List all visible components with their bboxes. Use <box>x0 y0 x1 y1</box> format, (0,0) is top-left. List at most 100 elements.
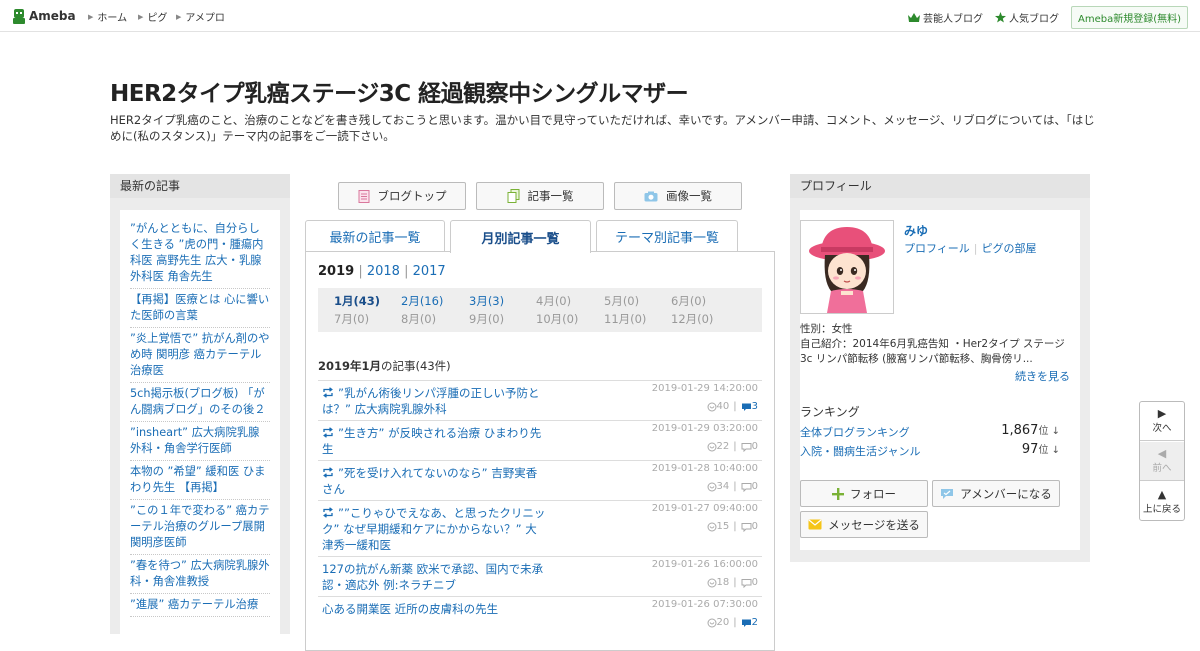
ranking-overall-number: 1,867 <box>1001 423 1039 438</box>
comment-count[interactable]: 2 <box>752 617 758 628</box>
article-title-link[interactable]: ”乳がん術後リンパ浮腫の正しい予防とは？” 広大病院乳腺外科 <box>322 385 548 417</box>
global-header: Ameba ▶ ホーム ▶ ピグ ▶ アメプロ 芸能人ブログ 人気ブログ Ameba新… <box>0 0 1200 32</box>
crown-icon <box>907 12 920 22</box>
logo-text: Ameba <box>29 9 76 23</box>
like-count: 18 <box>716 577 730 588</box>
article-title: ””こりゃひでえなあ、と思ったクリニック” なぜ早期緩和ケアにかからない？” 大… <box>322 506 546 552</box>
recent-article-link[interactable]: 【再掲】医療とは 心に響いた医師の言葉 <box>130 289 270 328</box>
ranking-row-overall: 全体ブログランキング 1,867位 ↓ <box>800 422 1060 440</box>
article-title-link[interactable]: ”死を受け入れてないのなら” 吉野実香さん <box>322 465 548 497</box>
blog-title[interactable]: HER2タイプ乳癌ステージ3C 経過観察中シングルマザー <box>110 74 689 108</box>
article-counts: 20 | 2 <box>707 617 758 628</box>
envelope-icon <box>808 519 822 530</box>
article-date: 2019-01-27 09:40:00 <box>651 503 758 514</box>
image-list-button[interactable]: 画像一覧 <box>614 182 742 210</box>
year-2019[interactable]: 2019 <box>318 264 354 279</box>
month-selector: 1月(43) 2月(16) 3月(3) 4月(0) 5月(0) 6月(0) 7月… <box>318 288 762 332</box>
month-may: 5月(0) <box>604 294 640 308</box>
like-icon <box>707 618 717 627</box>
profile-name[interactable]: みゆ <box>904 222 928 239</box>
nav-amepro-label: アメプロ <box>185 13 225 24</box>
article-list-label: 記事一覧 <box>527 189 574 203</box>
article-title-link[interactable]: ”生き方” が反映される治療 ひまわり先生 <box>322 425 548 457</box>
article-title-link[interactable]: ””こりゃひでえなあ、と思ったクリニック” なぜ早期緩和ケアにかからない？” 大… <box>322 505 548 553</box>
back-to-top-button[interactable]: ▲ 上に戻る <box>1140 482 1184 521</box>
comment-count[interactable]: 3 <box>752 401 758 412</box>
like-icon <box>707 522 717 531</box>
article-entry: ”生き方” が反映される治療 ひまわり先生 2019-01-29 03:20:0… <box>318 420 762 460</box>
comment-count: 0 <box>751 577 758 588</box>
ranking-genre-unit: 位 ↓ <box>1038 445 1060 456</box>
month-oct: 10月(0) <box>536 312 579 326</box>
month-jan[interactable]: 1月(43) <box>334 293 380 309</box>
article-date: 2019-01-26 16:00:00 <box>651 559 758 570</box>
ranking-overall-link[interactable]: 全体ブログランキング <box>800 426 910 439</box>
nav-pigg[interactable]: ▶ ピグ <box>138 9 167 25</box>
signup-button[interactable]: Ameba新規登録(無料) <box>1070 6 1188 29</box>
next-button[interactable]: ▶ 次へ <box>1140 402 1184 441</box>
follow-label: フォロー <box>850 486 896 501</box>
reblog-icon <box>323 467 333 478</box>
article-title-link[interactable]: 心ある開業医 近所の皮膚科の先生 <box>322 601 548 617</box>
recent-article-link[interactable]: 5ch掲示板(ブログ板) 「がん闘病ブログ」のその後２ <box>130 383 270 422</box>
star-icon <box>994 12 1006 23</box>
tab-monthly-articles[interactable]: 月別記事一覧 <box>450 220 591 253</box>
year-2017[interactable]: 2017 <box>413 264 446 279</box>
reblog-icon <box>323 387 333 398</box>
send-message-button[interactable]: メッセージを送る <box>800 511 928 538</box>
play-left-icon: ◀ <box>1157 447 1167 460</box>
arrow-up-icon: ▲ <box>1157 487 1167 501</box>
ranking-overall-unit: 位 ↓ <box>1038 426 1060 437</box>
article-title-link[interactable]: 127の抗がん新薬 欧米で承認、国内で未承認・適応外 例:ネラチニブ <box>322 561 548 593</box>
article-date: 2019-01-28 10:40:00 <box>651 463 758 474</box>
like-icon <box>707 482 717 491</box>
amember-button[interactable]: アメンバーになる <box>932 480 1060 507</box>
article-entry: ”乳がん術後リンパ浮腫の正しい予防とは？” 広大病院乳腺外科 2019-01-2… <box>318 380 762 420</box>
month-nov: 11月(0) <box>604 312 647 326</box>
ranking-genre-number: 97 <box>1021 442 1039 457</box>
recent-article-link[interactable]: 本物の ”希望” 緩和医 ひまわり先生 【再掲】 <box>130 461 270 500</box>
blog-top-button[interactable]: ブログトップ <box>338 182 466 210</box>
article-title: ”生き方” が反映される治療 ひまわり先生 <box>322 426 542 456</box>
celebrity-blog-link[interactable]: 芸能人ブログ <box>907 10 983 25</box>
profile-info: 性別：女性 自己紹介：2014年6月乳癌告知 ・Her2タイプ ステージ3c リ… <box>800 322 1070 367</box>
count-separator: | <box>733 521 737 532</box>
recent-article-link[interactable]: ”進展” 癌カテーテル治療 <box>130 594 270 617</box>
recent-article-link[interactable]: ”炎上覚悟で” 抗がん剤のやめ時 関明彦 癌カテーテル治療医 <box>130 328 270 383</box>
count-separator: | <box>733 441 737 452</box>
month-mar[interactable]: 3月(3) <box>469 293 504 309</box>
article-list-button[interactable]: 記事一覧 <box>476 182 604 210</box>
popular-blog-link[interactable]: 人気ブログ <box>994 10 1059 25</box>
recent-article-link[interactable]: ”この１年で変わる” 癌カテーテル治療のグループ展開 関明彦医師 <box>130 500 270 555</box>
profile-link[interactable]: プロフィール <box>904 242 970 255</box>
ameba-logo[interactable]: Ameba <box>12 7 76 25</box>
follow-button[interactable]: フォロー <box>800 480 928 507</box>
recent-article-link[interactable]: ”がんとともに、自分らしく生きる ”虎の門・腫瘍内科医 高野先生 広大・乳腺外科… <box>130 218 270 289</box>
ranking-genre-link[interactable]: 入院・闘病生活ジャンル <box>800 445 920 458</box>
article-entry: 127の抗がん新薬 欧米で承認、国内で未承認・適応外 例:ネラチニブ 2019-… <box>318 556 762 596</box>
nav-home[interactable]: ▶ ホーム <box>88 9 127 25</box>
ranking-overall-value: 1,867位 ↓ <box>1001 422 1060 438</box>
popular-blog-label: 人気ブログ <box>1008 14 1059 25</box>
like-icon <box>707 442 717 451</box>
read-more-link[interactable]: 続きを見る <box>1015 368 1070 384</box>
pigg-room-link[interactable]: ピグの部屋 <box>982 242 1037 255</box>
recent-article-link[interactable]: ”春を待つ” 広大病院乳腺外科・角舎准教授 <box>130 555 270 594</box>
article-title: ”乳がん術後リンパ浮腫の正しい予防とは？” 広大病院乳腺外科 <box>322 386 540 416</box>
avatar[interactable] <box>800 220 894 314</box>
like-count: 15 <box>716 521 730 532</box>
article-entry: ”死を受け入れてないのなら” 吉野実香さん 2019-01-28 10:40:0… <box>318 460 762 500</box>
month-feb[interactable]: 2月(16) <box>401 293 443 309</box>
year-2018[interactable]: 2018 <box>367 264 400 279</box>
year-separator: | <box>358 264 367 279</box>
tab-theme-articles[interactable]: テーマ別記事一覧 <box>596 220 738 252</box>
article-date: 2019-01-29 03:20:00 <box>651 423 758 434</box>
count-separator: | <box>733 401 737 412</box>
image-list-label: 画像一覧 <box>666 189 712 203</box>
nav-amepro[interactable]: ▶ アメプロ <box>176 9 225 25</box>
count-separator: | <box>733 577 737 588</box>
tab-latest-articles[interactable]: 最新の記事一覧 <box>305 220 445 252</box>
recent-article-link[interactable]: ”insheart” 広大病院乳腺外科・角舎学行医師 <box>130 422 270 461</box>
profile-box: みゆ プロフィール | ピグの部屋 性別：女性 自己紹介：2014年6月乳癌告知 ・… <box>800 210 1080 550</box>
month-jul: 7月(0) <box>334 312 370 326</box>
